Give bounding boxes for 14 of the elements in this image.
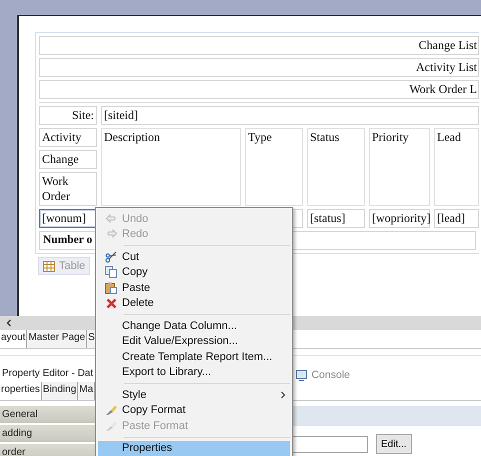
column-header: Type bbox=[245, 128, 303, 206]
site-label: Site: bbox=[39, 106, 97, 125]
column-header: Priority bbox=[369, 128, 430, 206]
column-header: Description bbox=[101, 128, 241, 206]
title-cell: Change List bbox=[39, 36, 479, 55]
column-header: Status bbox=[307, 128, 365, 206]
title-cell: Activity List bbox=[39, 58, 479, 77]
panel-title: Property Editor - Dat bbox=[1, 368, 94, 381]
site-value: [siteid] bbox=[101, 106, 479, 125]
title-cell: Work Order L bbox=[39, 80, 479, 99]
column-subheader: Change bbox=[39, 150, 97, 169]
column-header: Activity bbox=[39, 128, 97, 147]
column-subheader: Work Order bbox=[39, 172, 97, 206]
column-header: Lead bbox=[434, 128, 479, 206]
